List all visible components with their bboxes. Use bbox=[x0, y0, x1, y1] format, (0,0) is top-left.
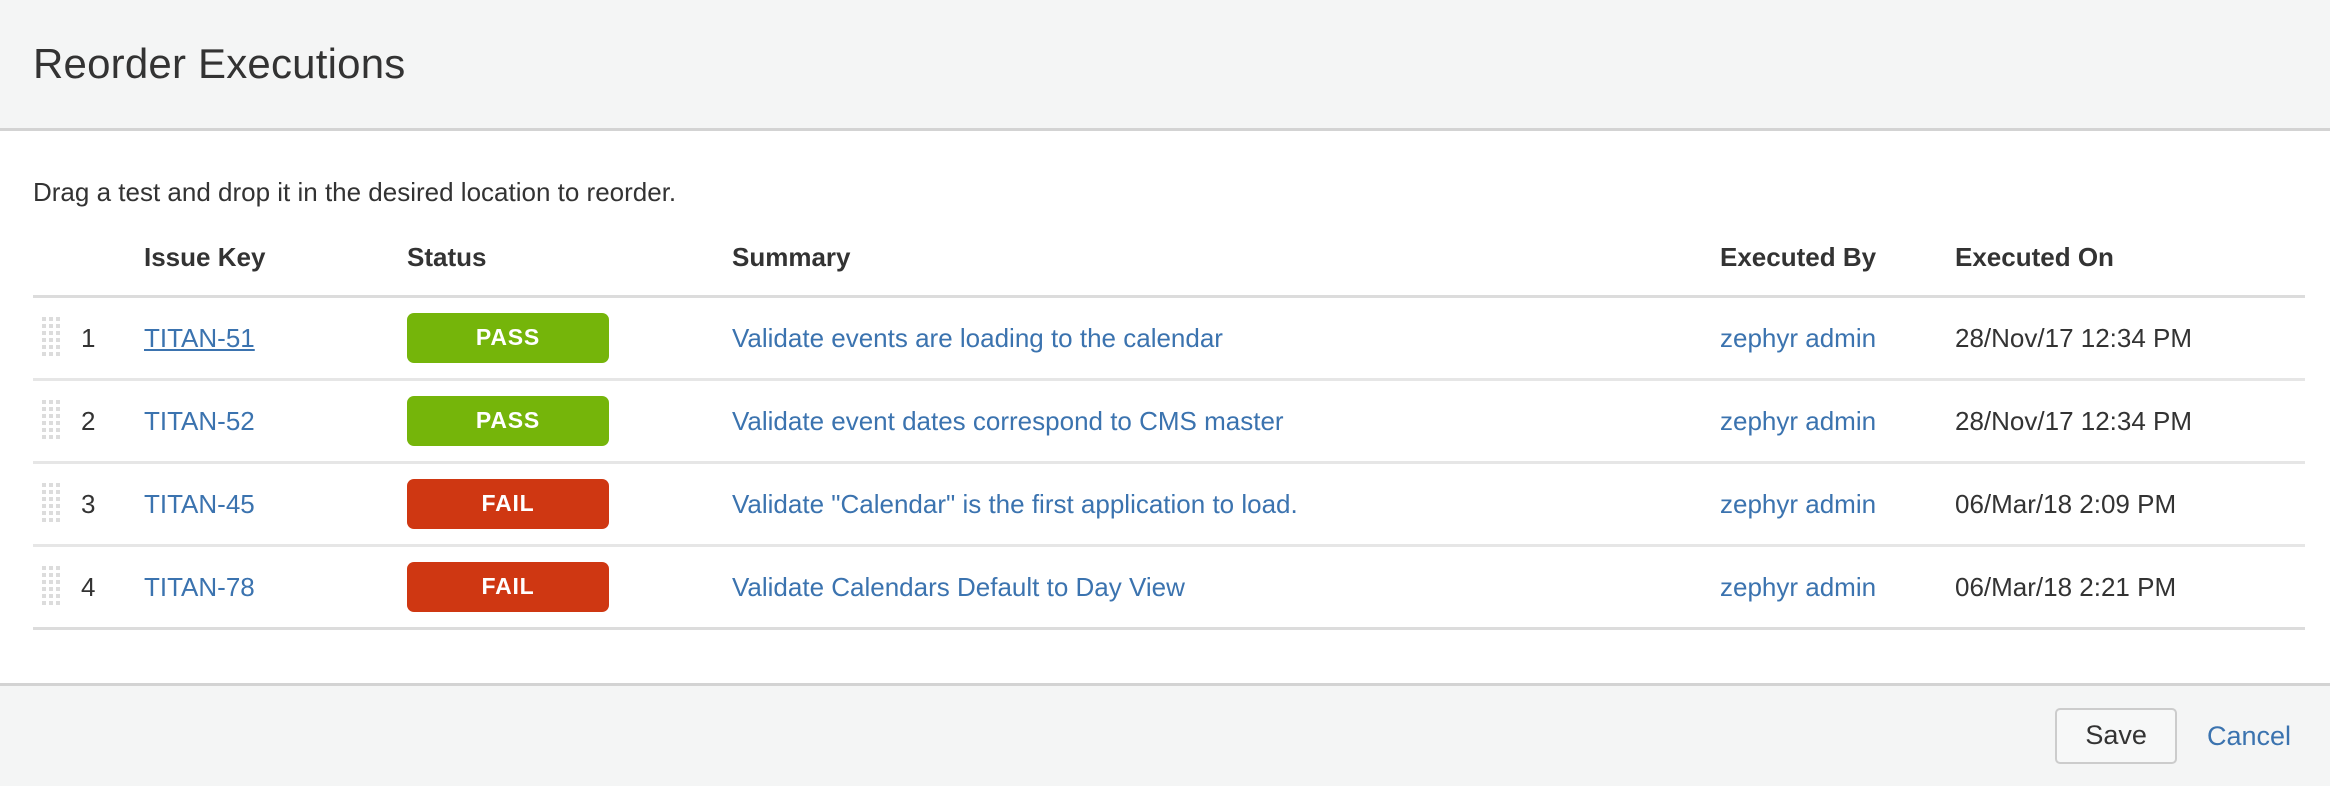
executed-on-cell: 06/Mar/18 2:09 PM bbox=[1955, 462, 2305, 548]
table-row[interactable]: 1 TITAN-51 PASS Validate events are loading… bbox=[33, 296, 2305, 382]
executed-by-cell: zephyr admin bbox=[1720, 545, 1955, 631]
column-header-executed-on: Executed On bbox=[1955, 242, 2305, 299]
drag-handle-icon[interactable] bbox=[41, 565, 61, 609]
executed-by-link[interactable]: zephyr admin bbox=[1720, 572, 1876, 602]
issue-key-link[interactable]: TITAN-45 bbox=[144, 489, 255, 519]
column-header-summary: Summary bbox=[732, 242, 1720, 299]
issue-key-link[interactable]: TITAN-51 bbox=[144, 323, 255, 353]
issue-key-cell: TITAN-52 bbox=[144, 379, 407, 465]
issue-key-link[interactable]: TITAN-78 bbox=[144, 572, 255, 602]
column-header-executed-by: Executed By bbox=[1720, 242, 1955, 299]
status-cell: PASS bbox=[407, 296, 732, 382]
row-index: 1 bbox=[81, 296, 144, 382]
status-badge: PASS bbox=[407, 313, 609, 364]
summary-link[interactable]: Validate Calendars Default to Day View bbox=[732, 572, 1185, 602]
table-row[interactable]: 3 TITAN-45 FAIL Validate "Calendar" is the … bbox=[33, 462, 2305, 548]
column-header-issue-key: Issue Key bbox=[144, 242, 407, 299]
drag-handle-cell[interactable] bbox=[33, 462, 81, 548]
table-body: 1 TITAN-51 PASS Validate events are loading… bbox=[33, 296, 2305, 631]
drag-handle-icon[interactable] bbox=[41, 482, 61, 526]
summary-link[interactable]: Validate "Calendar" is the first applica… bbox=[732, 489, 1298, 519]
summary-link[interactable]: Validate events are loading to the calen… bbox=[732, 323, 1223, 353]
status-badge: FAIL bbox=[407, 479, 609, 530]
executed-by-cell: zephyr admin bbox=[1720, 296, 1955, 382]
row-index: 3 bbox=[81, 462, 144, 548]
status-cell: FAIL bbox=[407, 462, 732, 548]
drag-handle-cell[interactable] bbox=[33, 379, 81, 465]
status-cell: PASS bbox=[407, 379, 732, 465]
save-button[interactable]: Save bbox=[2055, 708, 2177, 764]
table-header-row: Issue Key Status Summary Executed By Exe… bbox=[33, 242, 2305, 299]
status-badge: FAIL bbox=[407, 562, 609, 613]
table-row[interactable]: 4 TITAN-78 FAIL Validate Calendars Default … bbox=[33, 545, 2305, 631]
issue-key-cell: TITAN-51 bbox=[144, 296, 407, 382]
executed-by-cell: zephyr admin bbox=[1720, 379, 1955, 465]
column-header-handle bbox=[33, 242, 81, 299]
dialog-header: Reorder Executions bbox=[0, 0, 2330, 131]
executed-on-cell: 28/Nov/17 12:34 PM bbox=[1955, 379, 2305, 465]
drag-handle-icon[interactable] bbox=[41, 399, 61, 443]
column-header-index bbox=[81, 242, 144, 299]
column-header-status: Status bbox=[407, 242, 732, 299]
summary-cell: Validate "Calendar" is the first applica… bbox=[732, 462, 1720, 548]
executed-on-cell: 28/Nov/17 12:34 PM bbox=[1955, 296, 2305, 382]
executed-by-link[interactable]: zephyr admin bbox=[1720, 323, 1876, 353]
summary-cell: Validate Calendars Default to Day View bbox=[732, 545, 1720, 631]
status-cell: FAIL bbox=[407, 545, 732, 631]
executed-on-cell: 06/Mar/18 2:21 PM bbox=[1955, 545, 2305, 631]
reorder-executions-dialog: Reorder Executions Drag a test and drop … bbox=[0, 0, 2342, 786]
dialog-body: Drag a test and drop it in the desired l… bbox=[0, 131, 2342, 683]
cancel-button[interactable]: Cancel bbox=[2207, 721, 2291, 752]
dialog-footer: Save Cancel bbox=[0, 683, 2330, 786]
table-row[interactable]: 2 TITAN-52 PASS Validate event dates corres… bbox=[33, 379, 2305, 465]
status-badge: PASS bbox=[407, 396, 609, 447]
issue-key-cell: TITAN-78 bbox=[144, 545, 407, 631]
executions-table: Issue Key Status Summary Executed By Exe… bbox=[33, 242, 2305, 631]
executed-by-link[interactable]: zephyr admin bbox=[1720, 406, 1876, 436]
drag-handle-cell[interactable] bbox=[33, 545, 81, 631]
drag-handle-icon[interactable] bbox=[41, 316, 61, 360]
summary-link[interactable]: Validate event dates correspond to CMS m… bbox=[732, 406, 1284, 436]
row-index: 4 bbox=[81, 545, 144, 631]
row-index: 2 bbox=[81, 379, 144, 465]
instructions-text: Drag a test and drop it in the desired l… bbox=[33, 177, 677, 207]
executed-by-cell: zephyr admin bbox=[1720, 462, 1955, 548]
issue-key-cell: TITAN-45 bbox=[144, 462, 407, 548]
summary-cell: Validate events are loading to the calen… bbox=[732, 296, 1720, 382]
issue-key-link[interactable]: TITAN-52 bbox=[144, 406, 255, 436]
page-title: Reorder Executions bbox=[33, 39, 406, 87]
summary-cell: Validate event dates correspond to CMS m… bbox=[732, 379, 1720, 465]
executed-by-link[interactable]: zephyr admin bbox=[1720, 489, 1876, 519]
drag-handle-cell[interactable] bbox=[33, 296, 81, 382]
